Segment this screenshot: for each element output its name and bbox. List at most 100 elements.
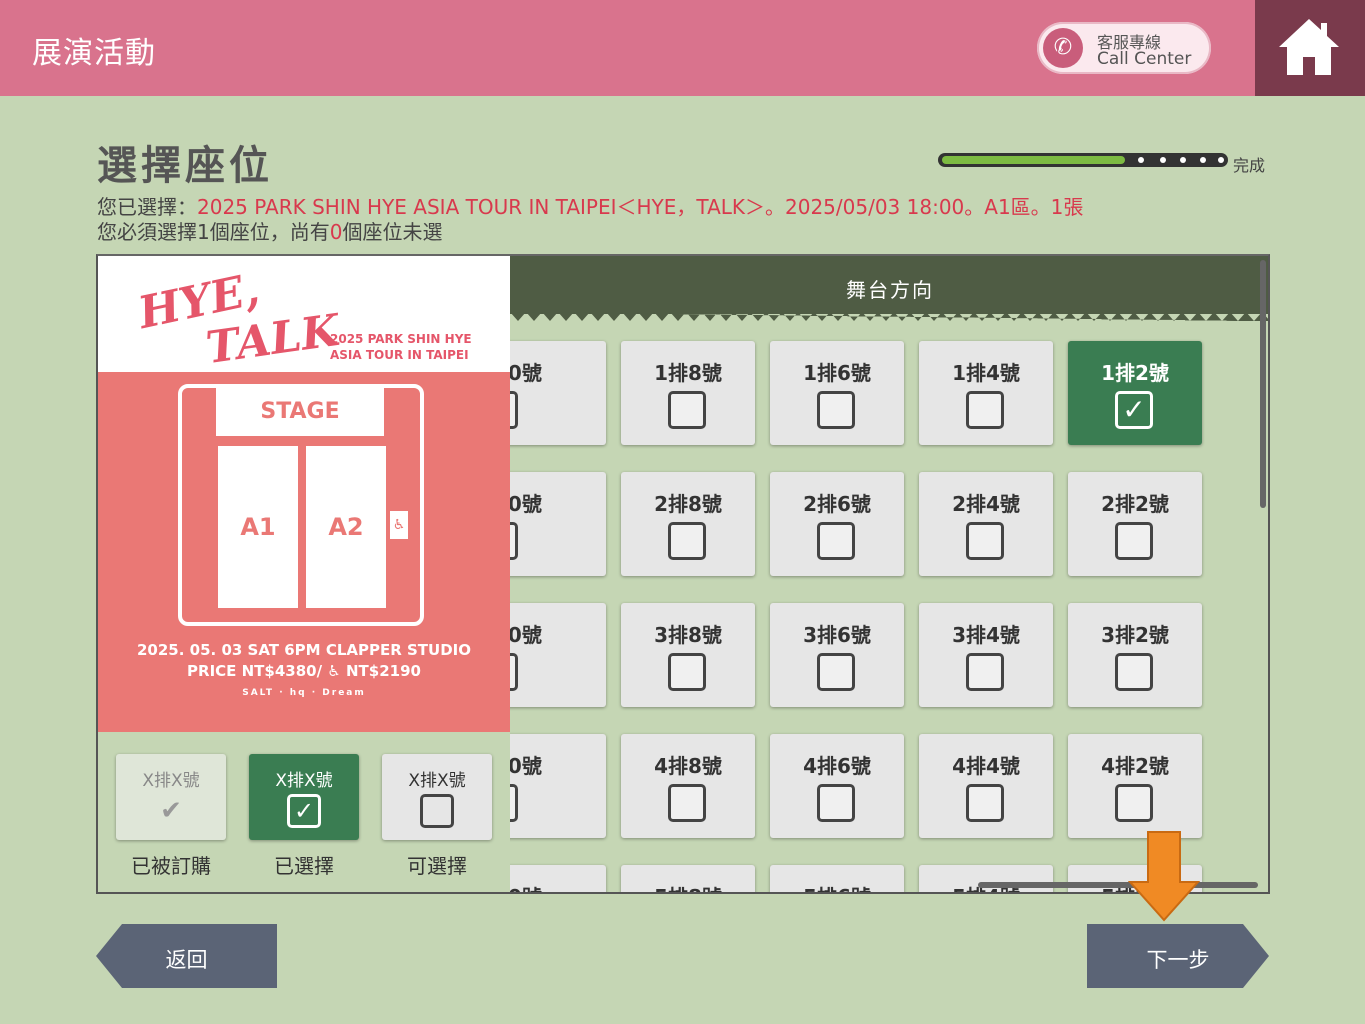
seat-checkbox[interactable] [668,391,706,429]
seat-button[interactable]: 5排8號 [621,865,755,892]
seat-checkbox[interactable] [1115,784,1153,822]
seat-label: 4排6號 [803,754,871,778]
seat-label: 5排6號 [770,881,904,892]
block-a2: A2 [306,446,386,608]
selected-prefix: 您已選擇： [97,195,197,219]
poster-logos: SALT · hq · Dream [242,688,366,698]
check-icon: ✓ [287,794,321,828]
remaining-count: 0 [329,220,343,244]
selection-info: 您已選擇：2025 PARK SHIN HYE ASIA TOUR IN TAI… [97,195,1083,245]
seat-button[interactable]: 3排2號 [1068,603,1202,707]
seat-button[interactable]: 4排6號 [770,734,904,838]
seat-button[interactable]: 4排4號 [919,734,1053,838]
back-button-label: 返回 [165,948,208,972]
seat-checkbox[interactable] [966,653,1004,691]
seat-label: 3排8號 [654,623,722,647]
seat-checkbox[interactable] [817,522,855,560]
must-select-suffix: 個座位未選 [342,220,443,244]
zigzag-edge [510,312,1268,321]
seat-checkbox[interactable] [966,391,1004,429]
poster-subtitle-1: 2025 PARK SHIN HYE [330,332,472,346]
seat-checkbox[interactable] [668,522,706,560]
seat-button[interactable]: 1排4號 [919,341,1053,445]
seat-label: 4排4號 [952,754,1020,778]
horizontal-scrollbar[interactable] [978,882,1258,888]
checkbox-empty [420,794,454,828]
seat-button[interactable]: 5排4號 [919,865,1053,892]
poster-date: 2025. 05. 03 SAT 6PM CLAPPER STUDIO [136,641,472,659]
progress-label: 完成 [1233,156,1266,175]
vertical-scrollbar[interactable] [1260,260,1266,508]
next-button[interactable]: 下一步 [1087,924,1269,988]
seat-button[interactable]: 3排4號 [919,603,1053,707]
seat-button[interactable]: 2排8號 [621,472,755,576]
legend-booked-label: X排X號 [142,771,200,791]
seat-label: 5排8號 [621,881,755,892]
seat-checkbox[interactable] [817,391,855,429]
seat-label: 4排8號 [654,754,722,778]
legend-available-caption: 可選擇 [407,854,467,878]
block-a1: A1 [218,446,298,608]
seat-button[interactable]: 3排6號 [770,603,904,707]
seat-checkbox[interactable] [1115,653,1153,691]
home-button[interactable] [1255,0,1365,96]
poster-subtitle-2: ASIA TOUR IN TAIPEI [330,348,469,362]
seat-checkbox[interactable] [966,784,1004,822]
header-bar: 展演活動 ✆ 客服專線 Call Center [0,0,1255,96]
legend-selected-label: X排X號 [275,771,333,791]
seat-label: 3排4號 [952,623,1020,647]
stage-direction-bar: 舞台方向 [510,256,1268,321]
seat-label: 2排8號 [654,492,722,516]
seat-button[interactable]: 1排6號 [770,341,904,445]
back-button[interactable]: 返回 [96,924,277,988]
selected-detail: 2025 PARK SHIN HYE ASIA TOUR IN TAIPEI＜H… [197,195,1084,219]
next-button-label: 下一步 [1146,948,1210,972]
down-arrow-icon [1128,831,1200,922]
seat-checkbox[interactable] [668,653,706,691]
stage-direction-label: 舞台方向 [846,278,934,302]
seat-label: 1排2號 [1101,361,1169,385]
poster-price: PRICE NT$4380/ ♿ NT$2190 [187,662,421,680]
seat-label: 1排6號 [803,361,871,385]
progress-bar [938,152,1228,170]
seat-button[interactable]: 4排2號 [1068,734,1202,838]
legend-selected-caption: 已選擇 [274,854,334,878]
progress-fill [942,156,1125,164]
phone-icon: ✆ [1043,28,1083,68]
check-icon: ✔ [160,796,182,826]
seat-checkbox[interactable] [817,653,855,691]
seat-label: 1排4號 [952,361,1020,385]
seat-label: 2排6號 [803,492,871,516]
call-center-button[interactable]: ✆ 客服專線 Call Center [1037,22,1211,74]
seat-checkbox[interactable] [668,784,706,822]
home-icon [1279,19,1339,75]
seat-button[interactable]: 4排8號 [621,734,755,838]
seat-checkbox[interactable] [966,522,1004,560]
seat-button[interactable]: 1排8號 [621,341,755,445]
call-center-label-en: Call Center [1097,49,1192,69]
seat-button[interactable]: 5排6號 [770,865,904,892]
legend-booked-caption: 已被訂購 [131,854,211,878]
legend-available-sample: X排X號 [382,754,492,840]
legend-selected-sample: X排X號 ✓ [249,754,359,840]
legend-booked-sample: X排X號 ✔ [116,754,226,840]
seat-label: 2排2號 [1101,492,1169,516]
seat-label: 3排2號 [1101,623,1169,647]
event-poster: HYE, TALK 2025 PARK SHIN HYE ASIA TOUR I… [98,256,510,732]
seat-checkbox[interactable] [1115,522,1153,560]
wheelchair-icon: ♿ [390,511,408,539]
seat-label: 1排8號 [654,361,722,385]
seat-map[interactable]: 排10號1排8號1排6號1排4號1排2號✓排10號2排8號2排6號2排4號2排2… [96,254,1270,894]
seat-label: 4排2號 [1101,754,1169,778]
must-select-prefix: 您必須選擇1個座位，尚有 [97,220,330,244]
poster-stage: STAGE [216,388,384,436]
seat-button[interactable]: 3排8號 [621,603,755,707]
seat-checkbox[interactable] [817,784,855,822]
seat-button[interactable]: 2排4號 [919,472,1053,576]
seat-button[interactable]: 2排2號 [1068,472,1202,576]
check-icon[interactable]: ✓ [1115,391,1153,429]
header-title: 展演活動 [32,36,156,71]
seat-button[interactable]: 2排6號 [770,472,904,576]
seat-button[interactable]: 1排2號 ✓ [1068,341,1202,445]
legend-available-label: X排X號 [408,771,466,791]
